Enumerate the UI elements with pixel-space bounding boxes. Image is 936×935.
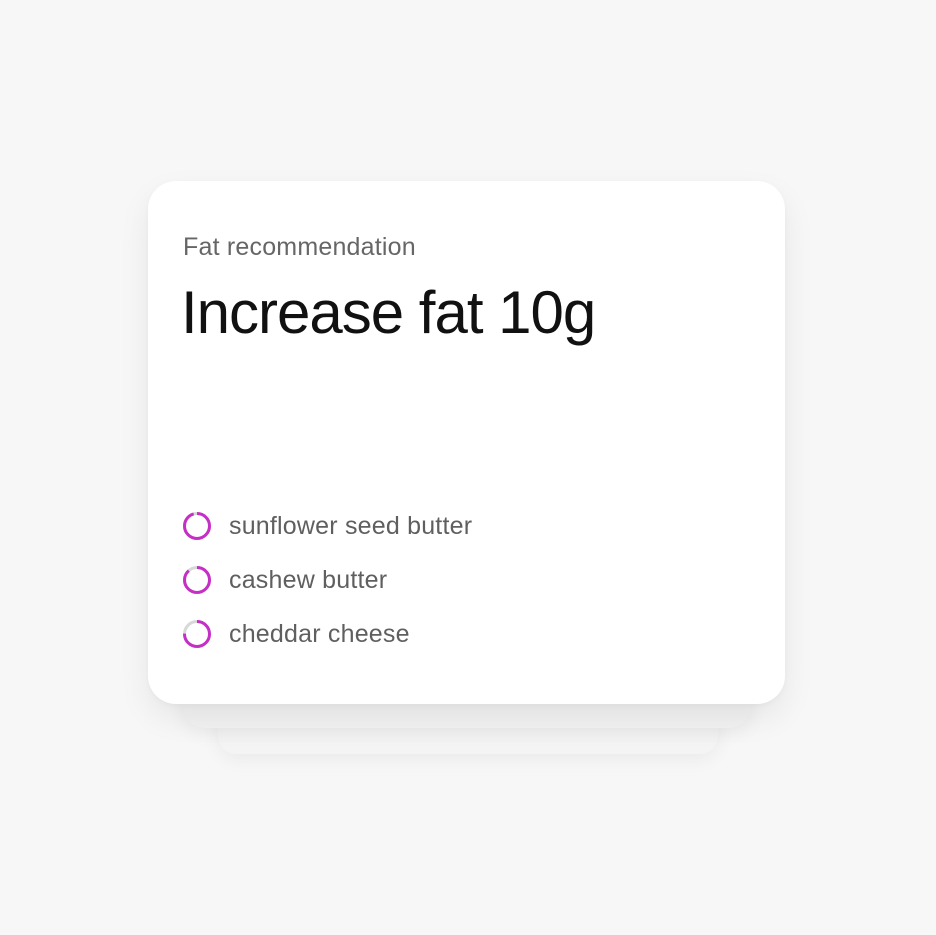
card-label: Fat recommendation	[183, 233, 416, 261]
food-list: sunflower seed butter cashew butter ched…	[182, 499, 472, 661]
fat-recommendation-card[interactable]: Fat recommendation Increase fat 10g sunf…	[148, 181, 785, 704]
progress-ring-icon	[183, 512, 211, 540]
food-name: cashew butter	[229, 565, 388, 594]
food-item[interactable]: cheddar cheese	[182, 607, 472, 661]
food-item[interactable]: sunflower seed butter	[182, 499, 472, 553]
food-name: sunflower seed butter	[229, 511, 473, 540]
progress-ring-icon	[183, 620, 211, 648]
food-name: cheddar cheese	[229, 619, 410, 648]
food-item[interactable]: cashew butter	[182, 553, 472, 607]
card-title: Increase fat 10g	[181, 279, 596, 346]
progress-ring-icon	[183, 566, 211, 594]
